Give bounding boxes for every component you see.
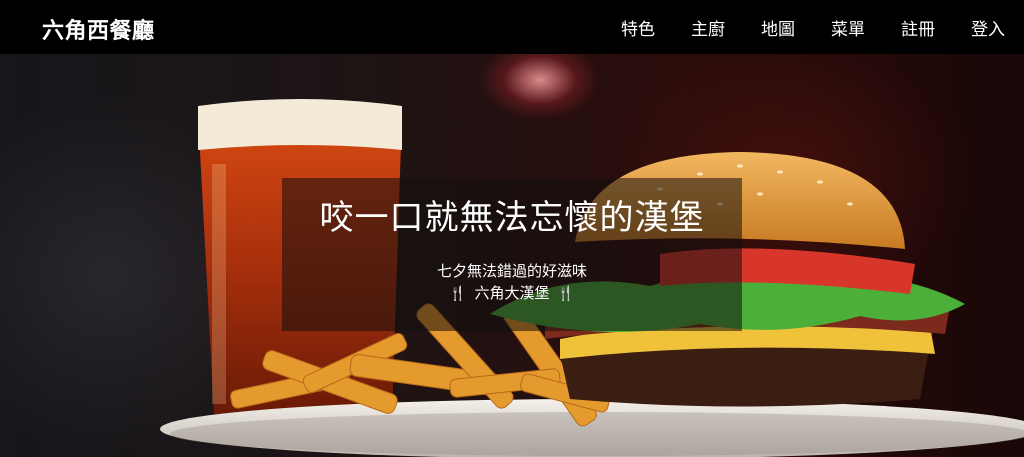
hero-banner: 咬一口就無法忘懷的漢堡 七夕無法錯過的好滋味 🍴 六角大漢堡 🍴	[0, 54, 1024, 457]
nav-link-register[interactable]: 註冊	[901, 15, 935, 40]
utensils-icon: 🍴	[557, 286, 575, 302]
nav-link-login[interactable]: 登入	[971, 15, 1005, 40]
brand-logo[interactable]: 六角西餐廳	[42, 13, 155, 45]
utensils-icon: 🍴	[449, 286, 467, 302]
nav-link-menu[interactable]: 菜單	[831, 15, 865, 40]
nav-link-map[interactable]: 地圖	[761, 15, 795, 40]
navbar: 六角西餐廳 特色 主廚 地圖 菜單 註冊 登入	[0, 0, 1024, 54]
hero-headline: 咬一口就無法忘懷的漢堡	[319, 198, 705, 238]
nav-link-features[interactable]: 特色	[621, 15, 655, 40]
hero-subline: 七夕無法錯過的好滋味	[436, 262, 587, 280]
hero-caption: 咬一口就無法忘懷的漢堡 七夕無法錯過的好滋味 🍴 六角大漢堡 🍴	[282, 178, 742, 331]
nav-menu: 特色 主廚 地圖 菜單 註冊 登入	[621, 0, 1024, 54]
hero-product-line: 🍴 六角大漢堡 🍴	[282, 282, 742, 305]
nav-link-chef[interactable]: 主廚	[691, 15, 725, 40]
hero-product: 六角大漢堡	[474, 284, 550, 302]
